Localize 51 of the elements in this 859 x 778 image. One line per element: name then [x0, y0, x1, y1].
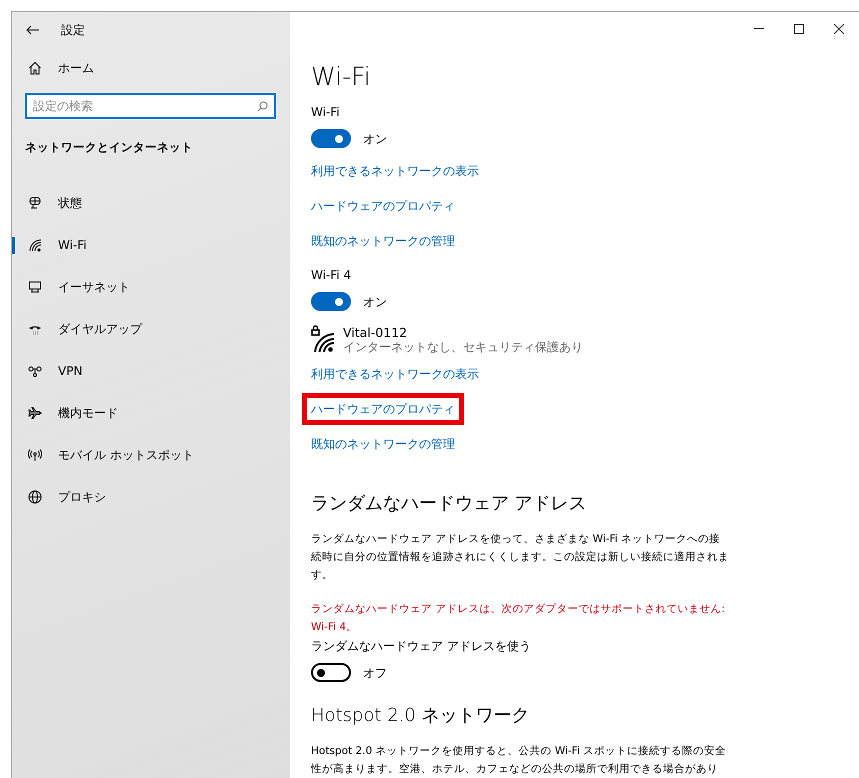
search-icon: [257, 100, 268, 112]
home-nav-item[interactable]: ホーム: [12, 47, 290, 89]
settings-link[interactable]: 既知のネットワークの管理: [302, 428, 464, 460]
close-icon: [834, 24, 844, 34]
vpn-icon: [28, 364, 42, 378]
adapter-label: Wi-Fi: [311, 104, 341, 120]
settings-link[interactable]: 既知のネットワークの管理: [302, 225, 464, 257]
settings-link[interactable]: 利用できるネットワークの表示: [302, 358, 488, 390]
sidebar-item[interactable]: プロキシ: [12, 476, 290, 518]
sidebar-item[interactable]: VPN: [12, 350, 290, 392]
network-status: インターネットなし、セキュリティ保護あり: [343, 340, 583, 355]
toggle-switch[interactable]: [311, 292, 351, 311]
settings-link[interactable]: ハードウェアのプロパティ: [302, 190, 464, 222]
home-label: ホーム: [58, 60, 94, 77]
warning-text: ランダムなハードウェア アドレスは、次のアダプターではサポートされていません: Wi-Fi 4。: [311, 602, 726, 635]
window-title: 設定: [61, 22, 85, 38]
description-text: Hotspot 2.0 ネットワークを使用すると、公共の Wi-Fi スポットに接続する際の安全性が高まります。空港、ホテル、カフェなどの公共の場所で利用できる場合があり: [311, 744, 728, 777]
description-text: ランダムなハードウェア アドレスを使って、さまざまな Wi-Fi ネットワークへの接続時に自分の位置情報を追跡されにくくします。この設定は新しい接続に適用されます。: [311, 532, 730, 583]
minimize-icon: [754, 28, 764, 29]
maximize-icon: [794, 24, 804, 34]
sidebar-item[interactable]: イーサネット: [12, 266, 290, 308]
sidebar-item[interactable]: 状態: [12, 182, 290, 224]
toggle-label: ランダムなハードウェア アドレスを使う: [311, 638, 532, 654]
globe-icon: [28, 490, 42, 504]
globe-monitor-icon: [28, 196, 42, 210]
toggle-switch[interactable]: [311, 663, 351, 682]
home-icon: [28, 61, 42, 75]
monitor-icon: [28, 280, 42, 294]
sidebar-item[interactable]: モバイル ホットスポット: [12, 434, 290, 476]
toggle-state-label: オフ: [363, 664, 387, 682]
sidebar-item[interactable]: ダイヤルアップ: [12, 308, 290, 350]
adapter-label: Wi-Fi 4: [311, 267, 352, 283]
network-name: Vital-0112: [343, 325, 408, 340]
toggle-state-label: オン: [363, 130, 387, 148]
toggle-state-label: オン: [363, 294, 387, 310]
wifi-icon: [28, 238, 42, 252]
settings-link[interactable]: 利用できるネットワークの表示: [302, 155, 488, 187]
sidebar-item[interactable]: Wi-Fi: [12, 224, 290, 266]
section-heading: ランダムなハードウェア アドレス: [311, 492, 588, 516]
search-field[interactable]: 設定の検索: [25, 93, 276, 119]
hotspot-icon: [28, 448, 42, 462]
section-heading: ネットワークとインターネット: [24, 139, 194, 156]
toggle-switch[interactable]: [311, 129, 351, 148]
sidebar-item[interactable]: 機内モード: [12, 392, 290, 434]
settings-link[interactable]: ハードウェアのプロパティ: [302, 393, 464, 425]
page-title: Wi-Fi: [311, 62, 372, 92]
back-arrow-icon[interactable]: [26, 24, 39, 34]
airplane-icon: [28, 406, 42, 420]
secured-wifi-icon: [311, 325, 335, 353]
section-heading: Hotspot 2.0 ネットワーク: [311, 704, 531, 728]
search-input[interactable]: 設定の検索: [33, 97, 257, 115]
